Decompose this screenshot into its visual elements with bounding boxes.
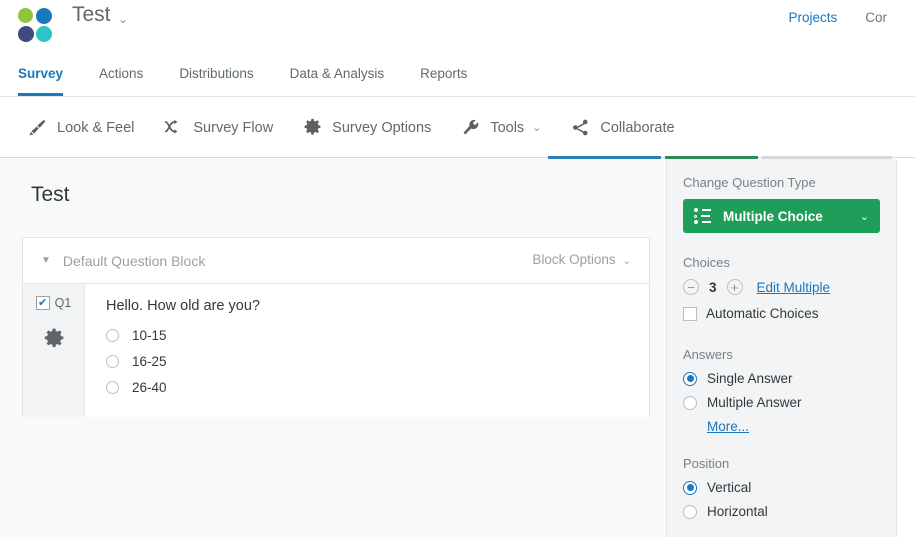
choice-radio-icon[interactable] <box>106 355 119 368</box>
block-collapse-caret-icon[interactable]: ▼ <box>41 255 51 266</box>
logo-dot-teal <box>36 26 52 42</box>
choices-stepper: − 3 + Edit Multiple <box>683 279 880 295</box>
position-label: Position <box>683 456 730 471</box>
logo-dot-navy <box>18 26 34 42</box>
qualtrics-logo[interactable] <box>18 8 56 42</box>
chevron-down-icon: ⌄ <box>622 256 631 267</box>
change-question-type-label: Change Question Type <box>683 175 816 190</box>
qualtrics-survey-editor: Test ⌄ Projects Cor Survey Actions Distr… <box>0 0 915 537</box>
decrease-choices-button[interactable]: − <box>683 279 699 295</box>
more-options-link[interactable]: More... <box>707 419 880 434</box>
block-name[interactable]: Default Question Block <box>63 253 205 269</box>
multiple-answer-radio[interactable] <box>683 395 697 410</box>
vertical-radio[interactable] <box>683 480 697 495</box>
tab-data-analysis[interactable]: Data & Analysis <box>290 50 385 96</box>
main-tab-bar: Survey Actions Distributions Data & Anal… <box>0 50 915 97</box>
list-choice-icon <box>694 208 712 224</box>
survey-canvas: Test ▼ Default Question Block Block Opti… <box>0 159 666 537</box>
logo-dot-blue <box>36 8 52 24</box>
answer-option-single[interactable]: Single Answer <box>683 371 880 386</box>
toolbar-tools[interactable]: Tools ⌄ <box>459 117 541 139</box>
question-block-card: ▼ Default Question Block Block Options ⌄ … <box>22 237 650 417</box>
question-selector[interactable]: ✔ Q1 <box>35 296 72 310</box>
tab-survey[interactable]: Survey <box>18 50 64 96</box>
question-settings-panel: Change Question Type Multiple Choice ⌄ C… <box>666 159 896 537</box>
toolbar-survey-flow-label: Survey Flow <box>193 119 274 136</box>
answer-option-multiple[interactable]: Multiple Answer <box>683 395 880 410</box>
project-dropdown-caret-icon[interactable]: ⌄ <box>118 12 128 26</box>
block-options-label: Block Options <box>532 252 616 267</box>
question-row: ✔ Q1 Hello. How old are you? 10-15 16-25… <box>23 283 649 417</box>
automatic-choices-row[interactable]: Automatic Choices <box>683 306 880 321</box>
wrench-icon <box>459 117 481 139</box>
top-nav: Projects Cor <box>788 10 915 25</box>
question-number: Q1 <box>54 296 72 310</box>
position-option-vertical[interactable]: Vertical <box>683 480 880 495</box>
nav-link-contacts[interactable]: Cor <box>865 10 887 25</box>
horizontal-radio[interactable] <box>683 504 697 519</box>
chevron-down-icon: ⌄ <box>532 122 542 134</box>
automatic-choices-checkbox[interactable] <box>683 306 697 321</box>
paintbrush-icon <box>26 117 48 139</box>
single-answer-label: Single Answer <box>707 371 793 386</box>
toolbar-survey-options-label: Survey Options <box>332 119 432 136</box>
tab-distributions[interactable]: Distributions <box>179 50 253 96</box>
choice-item[interactable]: 26-40 <box>106 380 649 395</box>
nav-link-projects[interactable]: Projects <box>788 10 837 25</box>
toolbar-tools-label: Tools <box>490 119 525 136</box>
horizontal-label: Horizontal <box>707 504 768 519</box>
vertical-label: Vertical <box>707 480 752 495</box>
choices-count: 3 <box>709 279 717 295</box>
project-title: Test <box>72 3 111 26</box>
choice-label: 26-40 <box>132 380 167 395</box>
choice-item[interactable]: 10-15 <box>106 328 649 343</box>
choice-label: 10-15 <box>132 328 167 343</box>
tab-actions[interactable]: Actions <box>99 50 143 96</box>
question-type-dropdown[interactable]: Multiple Choice ⌄ <box>683 199 880 233</box>
multiple-answer-label: Multiple Answer <box>707 395 802 410</box>
choice-radio-icon[interactable] <box>106 329 119 342</box>
toolbar-survey-flow[interactable]: Survey Flow <box>162 117 273 139</box>
chevron-down-icon: ⌄ <box>859 210 869 223</box>
survey-toolbar: Look & Feel Survey Flow Survey Options T… <box>0 98 915 158</box>
tab-reports[interactable]: Reports <box>420 50 467 96</box>
choice-label: 16-25 <box>132 354 167 369</box>
automatic-choices-label: Automatic Choices <box>706 306 819 321</box>
answers-label: Answers <box>683 347 733 362</box>
toolbar-collaborate-label: Collaborate <box>600 119 675 136</box>
logo-dot-green <box>18 8 33 23</box>
question-checkbox[interactable]: ✔ <box>35 296 50 310</box>
choices-label: Choices <box>683 255 730 270</box>
panel-right-edge <box>896 159 915 537</box>
choice-item[interactable]: 16-25 <box>106 354 649 369</box>
question-body: Hello. How old are you? 10-15 16-25 26-4… <box>85 284 649 417</box>
share-icon <box>569 117 591 139</box>
gear-icon <box>301 117 323 139</box>
choice-radio-icon[interactable] <box>106 381 119 394</box>
question-settings-gear-icon[interactable] <box>42 327 66 356</box>
toolbar-survey-options[interactable]: Survey Options <box>301 117 431 139</box>
page-title: Test <box>31 183 70 206</box>
flow-icon <box>162 117 184 139</box>
block-options-button[interactable]: Block Options ⌄ <box>532 252 631 267</box>
position-option-horizontal[interactable]: Horizontal <box>683 504 880 519</box>
increase-choices-button[interactable]: + <box>726 279 743 295</box>
top-bar: Test ⌄ Projects Cor <box>0 0 915 50</box>
question-text[interactable]: Hello. How old are you? <box>106 298 649 314</box>
single-answer-radio[interactable] <box>683 371 697 386</box>
toolbar-collaborate[interactable]: Collaborate <box>569 117 675 139</box>
toolbar-look-and-feel-label: Look & Feel <box>57 119 135 136</box>
edit-multiple-link[interactable]: Edit Multiple <box>757 280 831 295</box>
toolbar-look-and-feel[interactable]: Look & Feel <box>26 117 134 139</box>
question-type-value: Multiple Choice <box>723 208 823 224</box>
block-header: ▼ Default Question Block Block Options ⌄ <box>23 238 649 283</box>
question-gutter: ✔ Q1 <box>23 284 85 417</box>
